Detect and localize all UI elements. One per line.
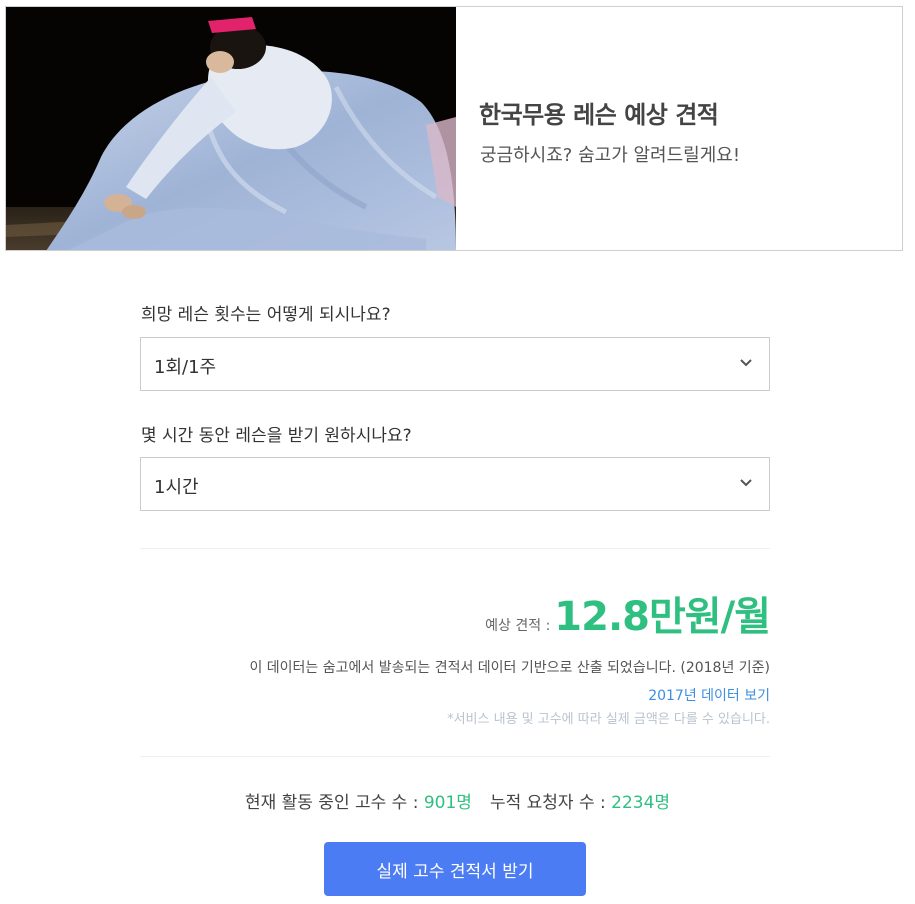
chevron-down-icon — [740, 359, 752, 367]
estimate-label: 예상 견적 : — [485, 618, 551, 634]
hero-title: 한국무용 레슨 예상 견적 — [479, 101, 719, 129]
divider — [140, 756, 770, 757]
active-pros-label: 현재 활동 중인 고수 수 : — [244, 793, 419, 813]
view-2017-data-link[interactable]: 2017년 데이터 보기 — [648, 685, 770, 705]
lesson-frequency-question: 희망 레슨 횟수는 어떻게 되시나요? — [141, 305, 391, 325]
total-requests-count: 2234명 — [611, 793, 671, 813]
price-disclaimer: *서비스 내용 및 고수에 따라 실제 금액은 다를 수 있습니다. — [447, 712, 770, 727]
chevron-down-icon — [740, 479, 752, 487]
data-source-note: 이 데이터는 숨고에서 발송되는 견적서 데이터 기반으로 산출 되었습니다. … — [249, 660, 770, 676]
divider — [140, 548, 770, 549]
lesson-frequency-select[interactable]: 1회/1주 — [140, 337, 770, 391]
lesson-duration-value: 1시간 — [154, 477, 199, 498]
get-real-quotes-button[interactable]: 실제 고수 견적서 받기 — [324, 842, 586, 896]
lesson-duration-select[interactable]: 1시간 — [140, 457, 770, 511]
hero-subtitle: 궁금하시죠? 숨고가 알려드릴게요! — [480, 145, 741, 166]
estimate-value: 12.8만원/월 — [554, 594, 771, 640]
lesson-frequency-value: 1회/1주 — [154, 357, 217, 378]
hero-image — [6, 7, 456, 250]
total-requests-label: 누적 요청자 수 : — [489, 793, 606, 813]
hero-banner: 한국무용 레슨 예상 견적 궁금하시죠? 숨고가 알려드릴게요! — [5, 6, 903, 251]
lesson-duration-question: 몇 시간 동안 레슨을 받기 원하시나요? — [141, 426, 412, 446]
estimate-row: 예상 견적 :12.8만원/월 — [485, 584, 771, 642]
active-pros-count: 901명 — [423, 793, 472, 813]
stats-row: 현재 활동 중인 고수 수 : 901명 누적 요청자 수 : 2234명 — [0, 788, 915, 813]
